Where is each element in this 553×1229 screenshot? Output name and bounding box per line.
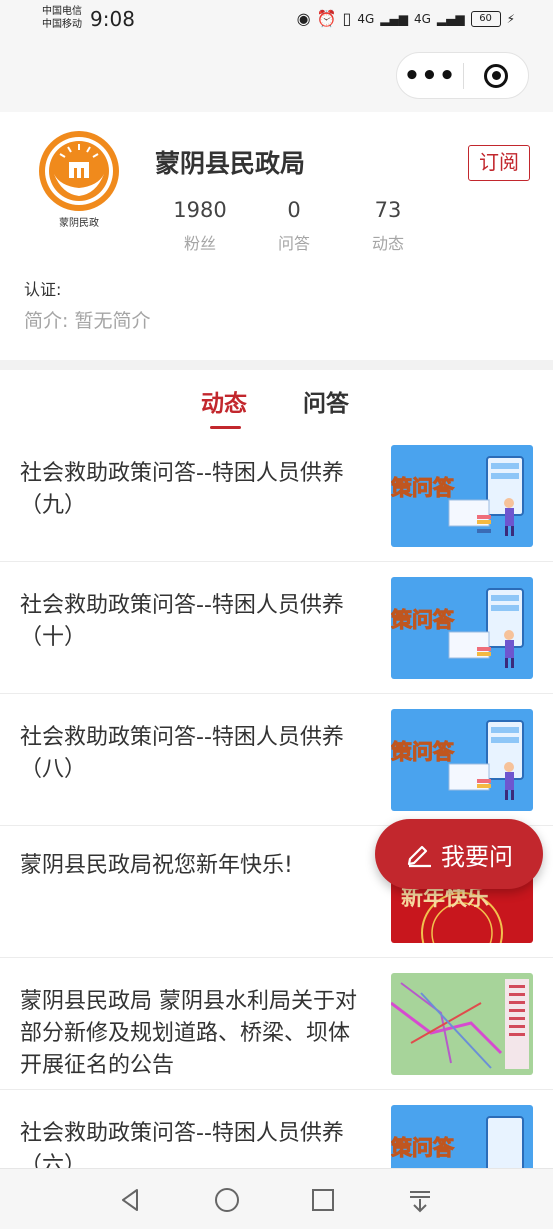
content-tabs: 动态 问答	[0, 370, 553, 430]
tab-posts[interactable]: 动态	[201, 384, 247, 418]
stat-posts-label: 动态	[371, 234, 404, 253]
network-1-label: 4G	[357, 11, 375, 26]
signal-2-icon: ▂▄▆	[436, 11, 465, 26]
thumb-text: 策问答	[391, 1136, 455, 1160]
feed-item-thumbnail: 策问答	[391, 577, 533, 679]
more-button[interactable]: •••	[397, 63, 463, 89]
carrier-info: 中国电信 中国移动	[42, 5, 82, 31]
subscribe-button[interactable]: 订阅	[468, 145, 530, 181]
carrier-2: 中国移动	[42, 19, 82, 30]
stat-qa-value: 0	[287, 198, 301, 222]
tab-qa[interactable]: 问答	[303, 384, 349, 418]
vibrate-icon: ▯	[342, 9, 352, 28]
feed-item-thumbnail: 策问答	[391, 1105, 533, 1168]
status-bar: 中国电信 中国移动 9:08 ◉ ⏰ ▯ 4G ▂▄▆ 4G ▂▄▆ 60 ⚡	[0, 0, 553, 40]
stat-qa-label: 问答	[277, 234, 310, 253]
carrier-1: 中国电信	[42, 6, 82, 17]
feed-item-thumbnail	[391, 973, 533, 1075]
home-icon[interactable]	[214, 1187, 240, 1213]
feed-item-title: 社会救助政策问答--特困人员供养（九）	[20, 461, 344, 518]
alarm-icon: ⏰	[316, 9, 337, 28]
intro: 简介: 暂无简介	[24, 310, 151, 332]
org-logo	[39, 131, 119, 211]
feed-item[interactable]: 蒙阴县民政局 蒙阴县水利局关于对部分新修及规划道路、桥梁、坝体开展征名的公告	[0, 958, 553, 1090]
feed-item-thumbnail: 策问答	[391, 445, 533, 547]
org-name: 蒙阴县民政局	[155, 149, 306, 178]
post-feed: 社会救助政策问答--特困人员供养（九） 策问答 社会救助政策问答--特困人员供养…	[0, 430, 553, 1168]
thumb-text: 策问答	[391, 476, 455, 500]
stat-followers-label: 粉丝	[183, 234, 216, 253]
back-icon[interactable]	[118, 1187, 144, 1213]
eye-icon: ◉	[296, 9, 311, 28]
charging-icon: ⚡	[506, 11, 515, 26]
thumb-text: 策问答	[391, 608, 455, 632]
signal-1-icon: ▂▄▆	[380, 11, 408, 26]
system-navigation-bar	[0, 1168, 553, 1229]
notification-pull-icon[interactable]	[407, 1187, 433, 1213]
feed-item-title: 社会救助政策问答--特困人员供养（八）	[20, 725, 344, 782]
ask-question-button[interactable]: 我要问	[375, 819, 543, 889]
stat-qa: 0 问答	[259, 198, 329, 254]
recents-icon[interactable]	[310, 1187, 336, 1213]
stat-followers: 1980 粉丝	[165, 198, 235, 254]
feed-item[interactable]: 社会救助政策问答--特困人员供养（六） 策问答	[0, 1090, 553, 1168]
status-time: 9:08	[90, 7, 135, 31]
battery-indicator: 60	[470, 10, 501, 27]
profile-header: 蒙阴民政 蒙阴县民政局 订阅 1980 粉丝 0 问答 73 动态 认证: 简介…	[0, 112, 553, 360]
stat-followers-value: 1980	[173, 198, 227, 222]
feed-item-title: 社会救助政策问答--特困人员供养（十）	[20, 593, 344, 650]
feed-item[interactable]: 社会救助政策问答--特困人员供养（九） 策问答	[0, 430, 553, 562]
ask-question-label: 我要问	[441, 842, 513, 871]
stat-posts: 73 动态	[353, 198, 423, 254]
network-2-label: 4G	[413, 11, 431, 26]
miniapp-capsule: •••	[396, 52, 529, 99]
feed-item-thumbnail: 策问答	[391, 709, 533, 811]
feed-item-title: 社会救助政策问答--特困人员供养（六）	[20, 1121, 344, 1168]
target-icon	[484, 63, 508, 88]
top-navbar: •••	[0, 40, 553, 112]
close-miniapp-button[interactable]	[464, 63, 528, 88]
feed-item-title: 蒙阴县民政局祝您新年快乐!	[20, 853, 293, 878]
pencil-icon	[407, 845, 431, 868]
logo-caption: 蒙阴民政	[59, 218, 99, 229]
thumb-text: 策问答	[391, 740, 455, 764]
tab-active-indicator	[210, 426, 241, 429]
stat-posts-value: 73	[374, 198, 402, 222]
feed-item[interactable]: 社会救助政策问答--特困人员供养（十） 策问答	[0, 562, 553, 694]
feed-item-title: 蒙阴县民政局 蒙阴县水利局关于对部分新修及规划道路、桥梁、坝体开展征名的公告	[20, 989, 357, 1078]
certification: 认证:	[24, 280, 62, 299]
status-icons: ◉ ⏰ ▯ 4G ▂▄▆ 4G ▂▄▆ 60 ⚡	[297, 9, 515, 28]
feed-item[interactable]: 社会救助政策问答--特困人员供养（八） 策问答	[0, 694, 553, 826]
